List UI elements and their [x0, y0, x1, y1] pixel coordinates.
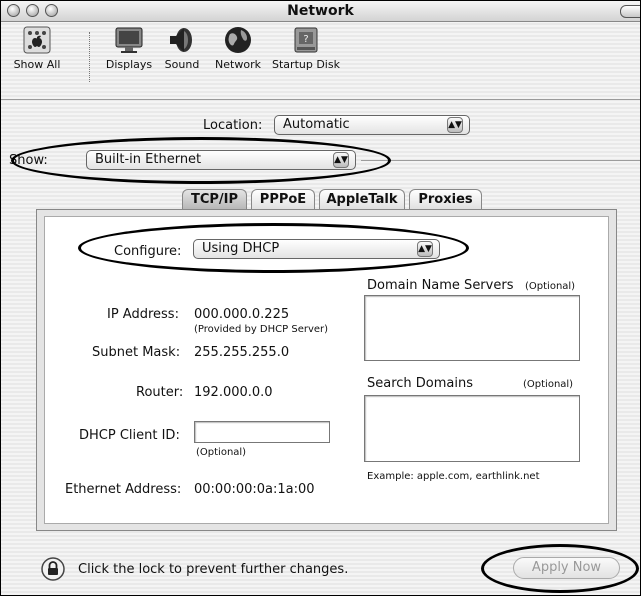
toolbar-separator: [89, 32, 90, 82]
toolbar-label: Show All: [13, 58, 61, 71]
display-icon: [113, 24, 145, 56]
search-domains-example: Example: apple.com, earthlink.net: [367, 471, 540, 482]
toolbar-label: Sound: [164, 58, 200, 71]
ip-address-label: IP Address:: [107, 307, 179, 322]
dns-servers-value: [365, 296, 579, 300]
toolbar-label: Startup Disk: [272, 58, 340, 71]
dns-optional-note: (Optional): [525, 281, 576, 292]
toolbar: Show All Displays Sound Network ? Startu…: [1, 22, 640, 100]
ip-address-note: (Provided by DHCP Server): [194, 324, 329, 335]
ethernet-address-value: 00:00:00:0a:1a:00: [194, 482, 315, 497]
highlight-oval: [78, 223, 469, 273]
network-window: Network Show All Displays Sound Network …: [0, 0, 641, 596]
tab-proxies[interactable]: Proxies: [409, 189, 482, 211]
dhcp-client-id-label: DHCP Client ID:: [79, 428, 180, 443]
tab-tcp-ip[interactable]: TCP/IP: [182, 189, 247, 211]
router-value: 192.000.0.0: [194, 385, 273, 400]
toolbar-sound[interactable]: Sound: [159, 24, 205, 71]
title-bar: Network: [1, 1, 640, 22]
dns-servers-field[interactable]: [364, 295, 580, 361]
search-domains-value: [365, 396, 579, 400]
speaker-icon: [166, 24, 198, 56]
apple-grid-icon: [21, 24, 53, 56]
router-label: Router:: [136, 385, 184, 400]
highlight-oval: [11, 137, 391, 184]
dns-label: Domain Name Servers: [367, 278, 514, 293]
separator-line: [361, 160, 640, 161]
toolbar-displays[interactable]: Displays: [99, 24, 159, 71]
dhcp-client-id-note: (Optional): [196, 447, 247, 458]
ip-address-value: 000.000.0.225: [194, 307, 290, 322]
dhcp-client-id-value: [195, 426, 199, 440]
lock-message: Click the lock to prevent further change…: [78, 562, 349, 577]
globe-icon: [222, 24, 254, 56]
lock-icon[interactable]: [41, 557, 65, 581]
search-domains-field[interactable]: [364, 395, 580, 462]
toolbar-network[interactable]: Network: [208, 24, 268, 71]
search-domains-label: Search Domains: [367, 376, 474, 391]
search-domains-optional-note: (Optional): [523, 379, 574, 390]
toolbar-toggle-button[interactable]: [620, 5, 640, 18]
svg-text:?: ?: [303, 34, 308, 45]
window-title: Network: [287, 3, 354, 19]
toolbar-startup-disk[interactable]: ? Startup Disk: [269, 24, 343, 71]
ethernet-address-label: Ethernet Address:: [65, 482, 182, 497]
location-label: Location:: [203, 118, 263, 133]
disk-icon: ?: [290, 24, 322, 56]
toolbar-show-all[interactable]: Show All: [3, 24, 71, 71]
subnet-mask-value: 255.255.255.0: [194, 345, 290, 360]
subnet-mask-label: Subnet Mask:: [92, 345, 181, 360]
tab-pppoe[interactable]: PPPoE: [251, 189, 315, 211]
toolbar-label: Displays: [105, 58, 153, 71]
highlight-oval: [481, 544, 639, 593]
tab-appletalk[interactable]: AppleTalk: [319, 189, 405, 211]
popup-arrows-icon: ▲▼: [447, 117, 463, 133]
location-popup[interactable]: Automatic ▲▼: [274, 115, 470, 135]
location-value: Automatic: [283, 117, 350, 132]
toolbar-label: Network: [215, 58, 261, 71]
dhcp-client-id-field[interactable]: [194, 421, 330, 443]
